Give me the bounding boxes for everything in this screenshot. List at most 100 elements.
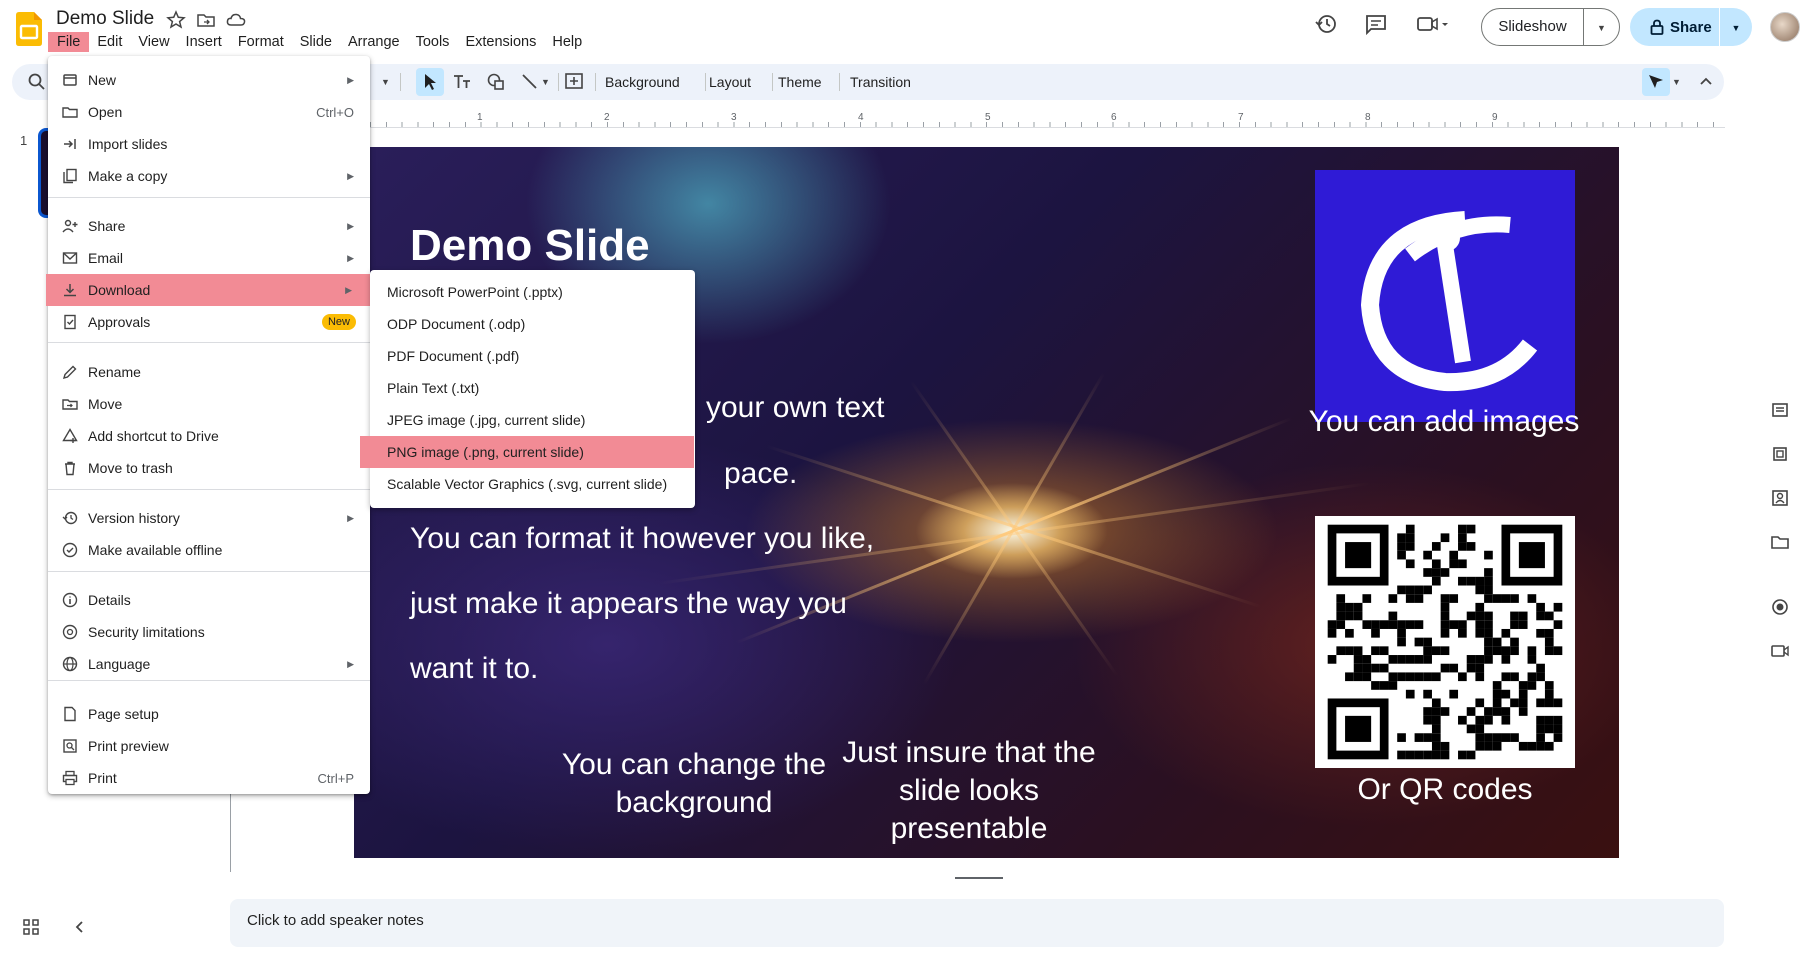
collapse-filmstrip-icon[interactable] <box>71 918 89 936</box>
slideshow-dropdown[interactable]: ▼ <box>1584 18 1619 36</box>
menu-edit[interactable]: Edit <box>89 32 130 52</box>
theme-button[interactable]: Theme <box>778 64 822 100</box>
file-menu-item-make-a-copy[interactable]: Make a copy ▶ <box>48 160 370 192</box>
share-dropdown[interactable]: ▼ <box>1720 18 1752 36</box>
share-button[interactable]: Share <box>1630 8 1720 46</box>
collapse-toolbar-icon[interactable] <box>1696 72 1716 92</box>
file-menu-item-page-setup[interactable]: Page setup <box>48 698 370 730</box>
download-option-jpg[interactable]: JPEG image (.jpg, current slide) <box>370 404 695 436</box>
file-menu-item-details[interactable]: Details <box>48 584 370 616</box>
menu-insert[interactable]: Insert <box>178 32 230 52</box>
download-option-txt[interactable]: Plain Text (.txt) <box>370 372 695 404</box>
move-folder-icon[interactable] <box>196 10 216 30</box>
slide-body-line[interactable]: just make it appears the way you <box>410 587 930 621</box>
file-menu-item-label: Download <box>88 282 151 298</box>
download-option-pdf[interactable]: PDF Document (.pdf) <box>370 340 695 372</box>
line-dropdown[interactable]: ▼ <box>541 64 550 100</box>
avatar[interactable] <box>1770 12 1800 42</box>
file-menu-item-language[interactable]: Language ▶ <box>48 648 370 680</box>
file-menu-item-share[interactable]: Share ▶ <box>48 210 370 242</box>
menu-view[interactable]: View <box>130 32 177 52</box>
keep-icon[interactable] <box>1770 444 1790 464</box>
star-icon[interactable] <box>166 10 186 30</box>
file-menu-item-new[interactable]: New ▶ <box>48 64 370 96</box>
slide-body-fragment[interactable]: your own text <box>706 391 946 425</box>
menu-slide[interactable]: Slide <box>292 32 340 52</box>
shortcut-label: Ctrl+P <box>317 770 354 786</box>
slideshow-button-group: Slideshow ▼ <box>1481 8 1620 46</box>
layout-button[interactable]: Layout <box>709 64 751 100</box>
qr-code-icon <box>1327 524 1563 760</box>
slide-body-line[interactable]: want it to. <box>410 652 930 686</box>
menu-arrange[interactable]: Arrange <box>340 32 408 52</box>
slide-body-line[interactable]: You can format it however you like, <box>410 522 930 556</box>
text-box-icon[interactable] <box>452 72 472 92</box>
menu-extensions[interactable]: Extensions <box>457 32 544 52</box>
file-menu-item-label: Page setup <box>88 706 159 722</box>
version-history-icon[interactable] <box>1314 12 1338 36</box>
file-menu-item-download[interactable]: Download ▶ <box>46 274 378 306</box>
share-icon <box>62 219 78 233</box>
transition-button[interactable]: Transition <box>850 64 911 100</box>
download-option-pptx[interactable]: Microsoft PowerPoint (.pptx) <box>370 276 695 308</box>
caption-images[interactable]: You can add images <box>1254 403 1619 441</box>
file-menu-item-move[interactable]: Move <box>48 388 370 420</box>
download-icon <box>64 284 76 297</box>
ruler-number: 3 <box>731 112 737 123</box>
drive-folder-icon[interactable] <box>1770 532 1790 552</box>
pointer-dropdown[interactable]: ▼ <box>1672 64 1681 100</box>
download-option-svg[interactable]: Scalable Vector Graphics (.svg, current … <box>370 468 695 500</box>
line-icon[interactable] <box>520 72 540 92</box>
file-menu-item-version-history[interactable]: Version history ▶ <box>48 502 370 534</box>
file-menu-item-make-offline[interactable]: Make available offline <box>48 534 370 566</box>
file-menu-item-email[interactable]: Email ▶ <box>48 242 370 274</box>
ruler-number: 1 <box>477 112 483 123</box>
notes-resize-handle[interactable] <box>955 877 1003 879</box>
slide-title[interactable]: Demo Slide <box>410 221 650 271</box>
document-title[interactable]: Demo Slide <box>56 8 154 30</box>
slideshow-button[interactable]: Slideshow <box>1482 9 1584 45</box>
file-menu-item-security-limitations[interactable]: Security limitations <box>48 616 370 648</box>
search-menus-icon[interactable] <box>27 72 47 92</box>
menu-separator <box>48 680 370 681</box>
menu-format[interactable]: Format <box>230 32 292 52</box>
menu-tools[interactable]: Tools <box>408 32 458 52</box>
logo-image[interactable] <box>1315 170 1575 422</box>
file-menu-item-print[interactable]: Print Ctrl+P <box>48 762 370 794</box>
slides-logo[interactable] <box>16 12 42 46</box>
calendar-icon[interactable] <box>1770 400 1790 420</box>
add-comment-icon[interactable] <box>564 72 584 92</box>
download-option-odp[interactable]: ODP Document (.odp) <box>370 308 695 340</box>
ruler-number: 5 <box>985 112 991 123</box>
meet-video-icon[interactable] <box>1416 12 1450 36</box>
caption-presentable[interactable]: Just insure that the slide looks present… <box>824 734 1114 848</box>
file-menu-item-open[interactable]: Open Ctrl+O <box>48 96 370 128</box>
download-option-png[interactable]: PNG image (.png, current slide) <box>360 436 694 468</box>
zoom-dropdown[interactable]: ▼ <box>381 64 390 100</box>
slide-body-fragment[interactable]: pace. <box>724 457 824 491</box>
record-icon[interactable] <box>1770 597 1790 617</box>
shape-icon[interactable] <box>486 72 506 92</box>
contacts-icon[interactable] <box>1770 488 1790 508</box>
file-menu-item-approvals[interactable]: Approvals New <box>48 306 370 338</box>
file-menu-item-add-shortcut[interactable]: Add shortcut to Drive <box>48 420 370 452</box>
file-menu-item-label: Import slides <box>88 136 168 152</box>
qr-code-image[interactable] <box>1315 516 1575 768</box>
import-slides-icon <box>64 139 76 149</box>
grid-view-icon[interactable] <box>22 918 40 936</box>
background-button[interactable]: Background <box>605 64 680 100</box>
present-video-icon[interactable] <box>1770 641 1790 661</box>
ruler-number: 4 <box>858 112 864 123</box>
caption-background[interactable]: You can change the background <box>534 746 854 822</box>
menu-help[interactable]: Help <box>544 32 590 52</box>
file-menu-item-import-slides[interactable]: Import slides <box>48 128 370 160</box>
file-menu-item-print-preview[interactable]: Print preview <box>48 730 370 762</box>
comments-icon[interactable] <box>1364 12 1388 36</box>
file-menu-item-move-to-trash[interactable]: Move to trash <box>48 452 370 484</box>
submenu-arrow-icon: ▶ <box>345 284 352 295</box>
menu-file[interactable]: File <box>48 32 90 52</box>
speaker-notes[interactable]: Click to add speaker notes <box>230 899 1724 947</box>
cloud-saved-icon[interactable] <box>226 10 246 30</box>
file-menu-item-rename[interactable]: Rename <box>48 356 370 388</box>
caption-qr[interactable]: Or QR codes <box>1295 771 1595 809</box>
